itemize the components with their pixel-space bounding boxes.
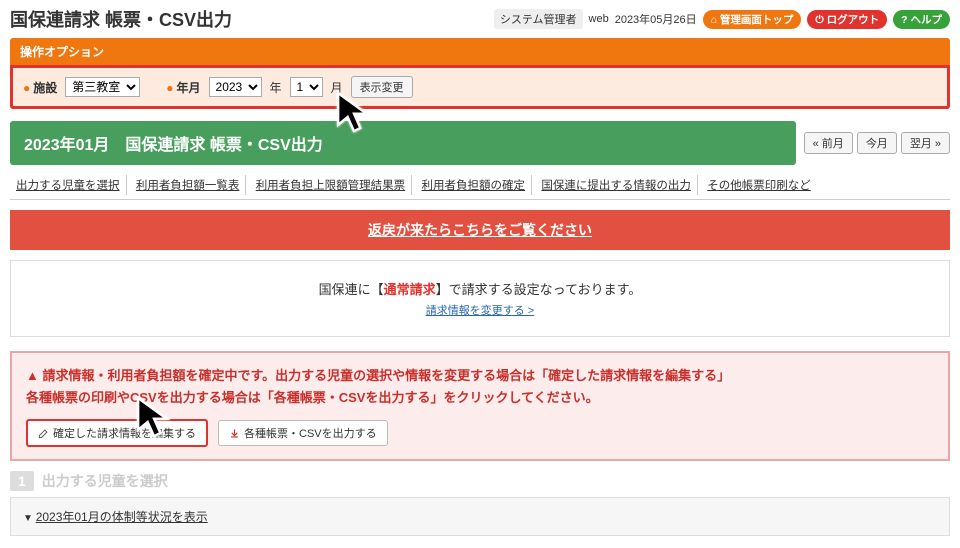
period-bar: 2023年01月 国保連請求 帳票・CSV出力 « 前月 今月 翌月 » — [10, 121, 950, 165]
edit-confirmed-button[interactable]: 確定した請求情報を編集する — [26, 419, 208, 447]
step-label: 出力する児童を選択 — [42, 471, 168, 491]
facility-label: 施設 — [23, 79, 57, 96]
tab-other-reports[interactable]: その他帳票印刷など — [701, 175, 817, 195]
chevron-down-icon — [23, 510, 36, 524]
help-button[interactable]: ? ヘルプ — [893, 10, 950, 29]
warning-box: ▲ 請求情報・利用者負担額を確定中です。出力する児童の選択や情報を変更する場合は… — [10, 351, 950, 461]
change-billing-link[interactable]: 請求情報を変更する > — [29, 302, 931, 318]
header-right: システム管理者 web 2023年05月26日 ⌂ 管理画面トップ ⏻ ログアウ… — [494, 9, 950, 29]
output-reports-button[interactable]: 各種帳票・CSVを出力する — [218, 420, 388, 446]
year-select[interactable]: 2023 — [209, 77, 262, 97]
warning-actions: 確定した請求情報を編集する 各種帳票・CSVを出力する — [26, 419, 934, 447]
prev-month-button[interactable]: « 前月 — [804, 132, 853, 154]
help-icon: ? — [901, 14, 907, 26]
edit-icon — [38, 428, 49, 439]
tab-confirm-charge[interactable]: 利用者負担額の確定 — [416, 175, 533, 195]
logout-icon: ⏻ — [815, 14, 823, 26]
apply-button[interactable]: 表示変更 — [351, 76, 413, 98]
tab-output-info[interactable]: 国保連に提出する情報の出力 — [535, 175, 698, 195]
page-title: 国保連請求 帳票・CSV出力 — [10, 6, 232, 32]
options-body: 施設 第三教室 年月 2023 年 1 月 表示変更 — [10, 65, 950, 109]
logout-button[interactable]: ⏻ ログアウト — [807, 10, 887, 29]
yearmonth-label: 年月 — [166, 79, 200, 96]
month-nav: « 前月 今月 翌月 » — [804, 132, 950, 154]
notice-post: 】で請求する設定なっております。 — [436, 282, 642, 297]
accordion-label[interactable]: 2023年01月の体制等状況を表示 — [36, 510, 208, 524]
warning-line-2: 各種帳票の印刷やCSVを出力する場合は「各種帳票・CSVを出力する」をクリックし… — [26, 387, 934, 409]
tab-row: 出力する児童を選択 利用者負担額一覧表 利用者負担上限額管理結果票 利用者負担額… — [10, 171, 950, 200]
next-month-button[interactable]: 翌月 » — [901, 132, 950, 154]
user-role: システム管理者 — [494, 9, 583, 29]
facility-select[interactable]: 第三教室 — [65, 77, 140, 97]
notice-box: 国保連に【通常請求】で請求する設定なっております。 請求情報を変更する > — [10, 260, 950, 337]
home-icon: ⌂ — [711, 14, 717, 26]
notice-pre: 国保連に【 — [319, 282, 384, 297]
month-suffix: 月 — [331, 79, 343, 96]
user-name: web — [589, 13, 609, 25]
tab-select-children[interactable]: 出力する児童を選択 — [10, 175, 127, 195]
tab-limit-mgmt[interactable]: 利用者負担上限額管理結果票 — [250, 175, 413, 195]
admin-top-button[interactable]: ⌂ 管理画面トップ — [703, 10, 802, 29]
options-header: 操作オプション — [10, 38, 950, 65]
month-select[interactable]: 1 — [290, 77, 323, 97]
notice-emphasis: 通常請求 — [384, 282, 436, 297]
period-title: 2023年01月 国保連請求 帳票・CSV出力 — [10, 121, 796, 165]
options-panel: 操作オプション 施設 第三教室 年月 2023 年 1 月 表示変更 — [10, 38, 950, 109]
download-icon — [229, 428, 240, 439]
page-header: 国保連請求 帳票・CSV出力 システム管理者 web 2023年05月26日 ⌂… — [0, 0, 960, 38]
returned-banner[interactable]: 返戻が来たらこちらをご覧ください — [10, 210, 950, 250]
warning-line-1: ▲ 請求情報・利用者負担額を確定中です。出力する児童の選択や情報を変更する場合は… — [26, 365, 934, 387]
step-number: 1 — [10, 471, 34, 491]
step-row: 1 出力する児童を選択 — [10, 471, 950, 491]
header-date: 2023年05月26日 — [615, 11, 697, 27]
year-suffix: 年 — [270, 79, 282, 96]
this-month-button[interactable]: 今月 — [857, 132, 897, 154]
tab-user-charge-list[interactable]: 利用者負担額一覧表 — [130, 175, 247, 195]
status-accordion[interactable]: 2023年01月の体制等状況を表示 — [10, 497, 950, 536]
